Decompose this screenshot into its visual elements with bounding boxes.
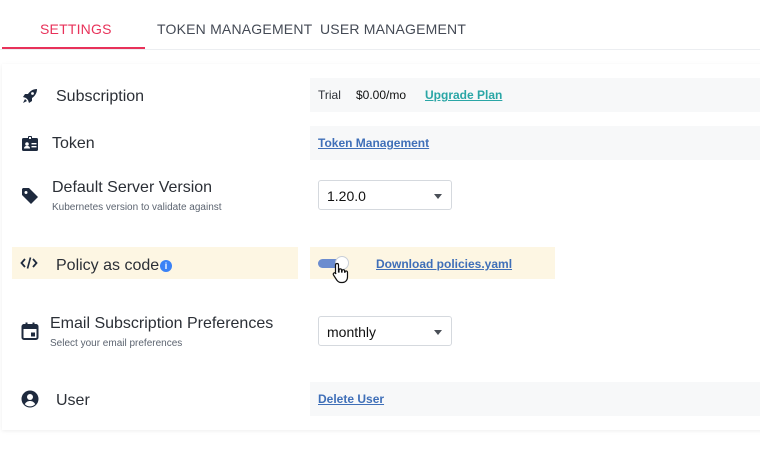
token-management-link[interactable]: Token Management <box>318 136 429 150</box>
plan-price: $0.00/mo <box>356 88 407 102</box>
token-value-box: Token Management <box>310 126 760 160</box>
tab-divider <box>0 49 760 50</box>
rocket-icon <box>20 86 40 106</box>
plan-name: Trial <box>318 88 341 102</box>
server-version-value: 1.20.0 <box>327 188 366 204</box>
info-icon[interactable]: i <box>160 260 172 272</box>
id-card-icon <box>20 134 40 154</box>
token-label: Token <box>52 135 95 152</box>
tab-token-management[interactable]: TOKEN MANAGEMENT <box>157 21 312 37</box>
user-label: User <box>56 392 90 409</box>
code-icon <box>20 255 38 271</box>
subscription-label: Subscription <box>56 88 145 105</box>
download-policies-link[interactable]: Download policies.yaml <box>376 257 512 271</box>
upgrade-plan-link[interactable]: Upgrade Plan <box>425 88 502 102</box>
policy-label: Policy as code <box>56 257 160 274</box>
server-version-select[interactable]: 1.20.0 <box>318 180 452 210</box>
chevron-down-icon <box>434 330 442 335</box>
email-preferences-value: monthly <box>327 324 377 340</box>
tab-bar: SETTINGS TOKEN MANAGEMENT USER MANAGEMEN… <box>0 0 760 50</box>
server-version-label: Default Server Version <box>52 179 213 196</box>
email-preferences-sublabel: Select your email preferences <box>50 338 183 349</box>
email-preferences-label: Email Subscription Preferences <box>50 315 274 332</box>
hand-cursor-icon <box>332 262 350 284</box>
tab-user-management[interactable]: USER MANAGEMENT <box>320 21 466 37</box>
email-preferences-select[interactable]: monthly <box>318 316 452 346</box>
user-value-box: Delete User <box>310 382 760 416</box>
chevron-down-icon <box>434 194 442 199</box>
subscription-value-box: Trial $0.00/mo Upgrade Plan <box>310 78 760 112</box>
tag-icon <box>20 186 40 206</box>
tab-settings[interactable]: SETTINGS <box>40 21 112 37</box>
delete-user-link[interactable]: Delete User <box>318 392 384 406</box>
server-version-sublabel: Kubernetes version to validate against <box>52 202 222 213</box>
calendar-icon <box>20 321 40 341</box>
user-circle-icon <box>20 389 40 409</box>
